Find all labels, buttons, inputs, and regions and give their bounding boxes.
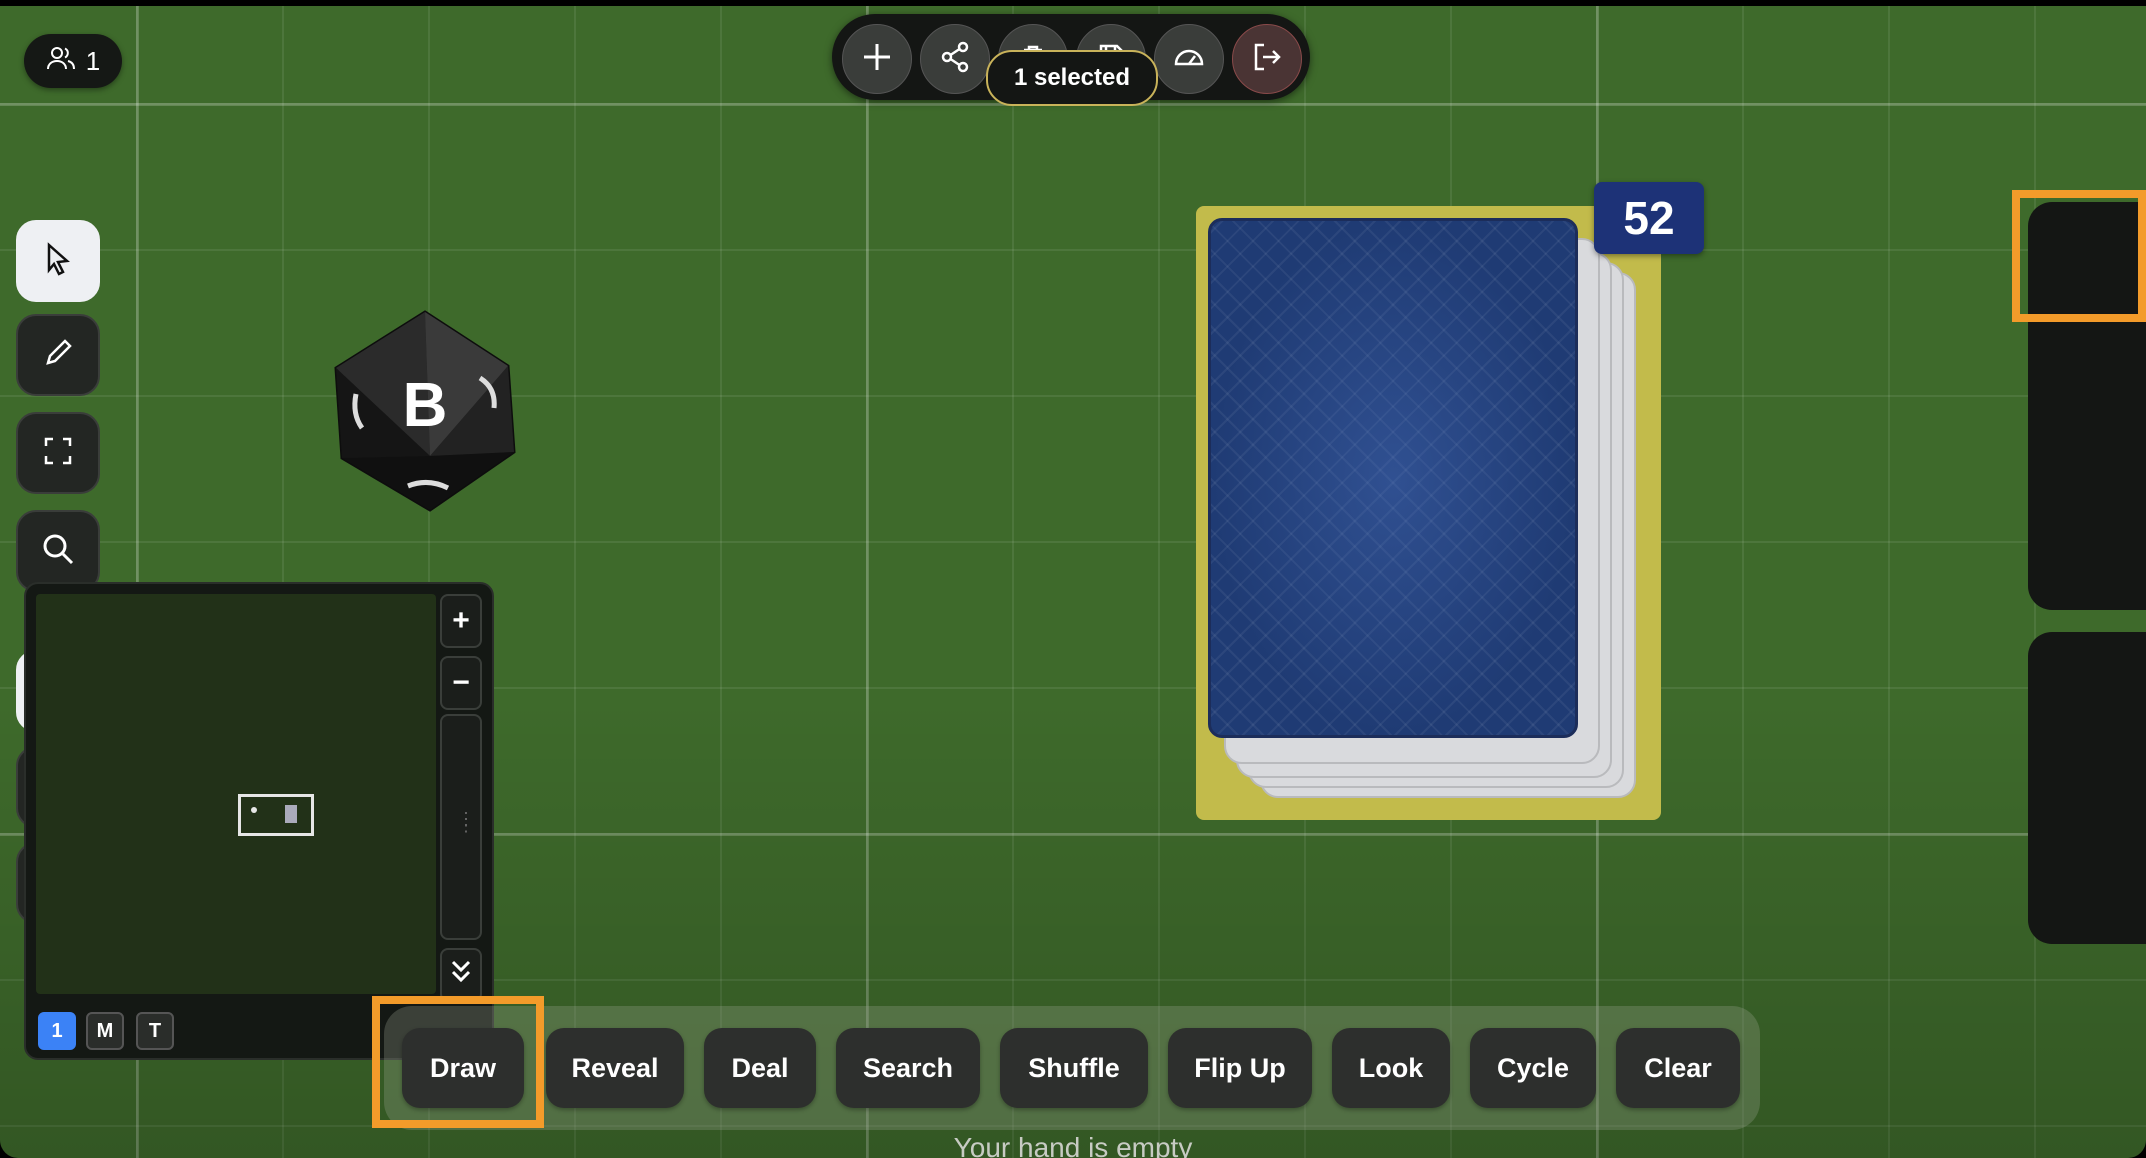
share-icon [938, 40, 972, 79]
users-icon [46, 45, 76, 78]
slider-handle-icon: ⋮ ⋮ [457, 809, 475, 835]
look-button[interactable]: Look [1332, 1028, 1450, 1108]
search-tool-button[interactable] [16, 510, 100, 592]
share-button[interactable] [920, 24, 990, 94]
clear-button[interactable]: Clear [1616, 1028, 1740, 1108]
zoom-slider[interactable]: ⋮ ⋮ [440, 714, 482, 940]
cycle-button[interactable]: Cycle [1470, 1028, 1596, 1108]
zoom-out-button[interactable]: − [440, 656, 482, 710]
minimap-tab-m[interactable]: M [86, 1012, 124, 1050]
selection-count-badge: 1 selected [986, 50, 1158, 106]
game-board[interactable]: 1 1 selected B 52 + − ⋮ ⋮ 1 M T Draw Rev… [0, 6, 2146, 1158]
minimap-die-marker [251, 807, 257, 813]
shuffle-button[interactable]: Shuffle [1000, 1028, 1148, 1108]
player-count-pill[interactable]: 1 [24, 34, 122, 88]
search-button[interactable]: Search [836, 1028, 980, 1108]
minimap-tab-t[interactable]: T [136, 1012, 174, 1050]
minimap-view[interactable] [36, 594, 436, 994]
deck-top-card[interactable] [1208, 218, 1578, 738]
reveal-button[interactable]: Reveal [546, 1028, 684, 1108]
d8-die[interactable]: B [330, 306, 520, 516]
fullscreen-button[interactable] [16, 412, 100, 494]
collapse-minimap-button[interactable] [440, 948, 482, 1002]
deck-count-badge: 52 [1594, 182, 1704, 254]
chevron-double-down-icon [449, 957, 473, 993]
minimap: + − ⋮ ⋮ 1 M T [24, 582, 494, 1060]
flip-up-button[interactable]: Flip Up [1168, 1028, 1312, 1108]
gauge-icon [1172, 40, 1206, 79]
die-face-label: B [403, 371, 448, 440]
exit-button[interactable] [1232, 24, 1302, 94]
logout-icon [1250, 40, 1284, 79]
select-tool-button[interactable] [16, 220, 100, 302]
tool-panel [2028, 202, 2146, 610]
draw-button[interactable]: Draw [402, 1028, 524, 1108]
add-button[interactable] [842, 24, 912, 94]
draw-tool-button[interactable] [16, 314, 100, 396]
minimap-deck-marker [285, 805, 297, 823]
hand-status-text: Your hand is empty [953, 1132, 1193, 1158]
cursor-icon [43, 241, 73, 281]
deal-button[interactable]: Deal [704, 1028, 816, 1108]
pencil-icon [42, 337, 74, 374]
player-count: 1 [85, 45, 101, 76]
expand-icon [42, 435, 74, 472]
zoom-in-button[interactable]: + [440, 594, 482, 648]
view-panel [2028, 632, 2146, 944]
minimap-viewport-frame[interactable] [238, 794, 314, 836]
search-icon [41, 532, 75, 571]
performance-button[interactable] [1154, 24, 1224, 94]
plus-icon [860, 40, 894, 79]
minimap-tab-1[interactable]: 1 [38, 1012, 76, 1050]
